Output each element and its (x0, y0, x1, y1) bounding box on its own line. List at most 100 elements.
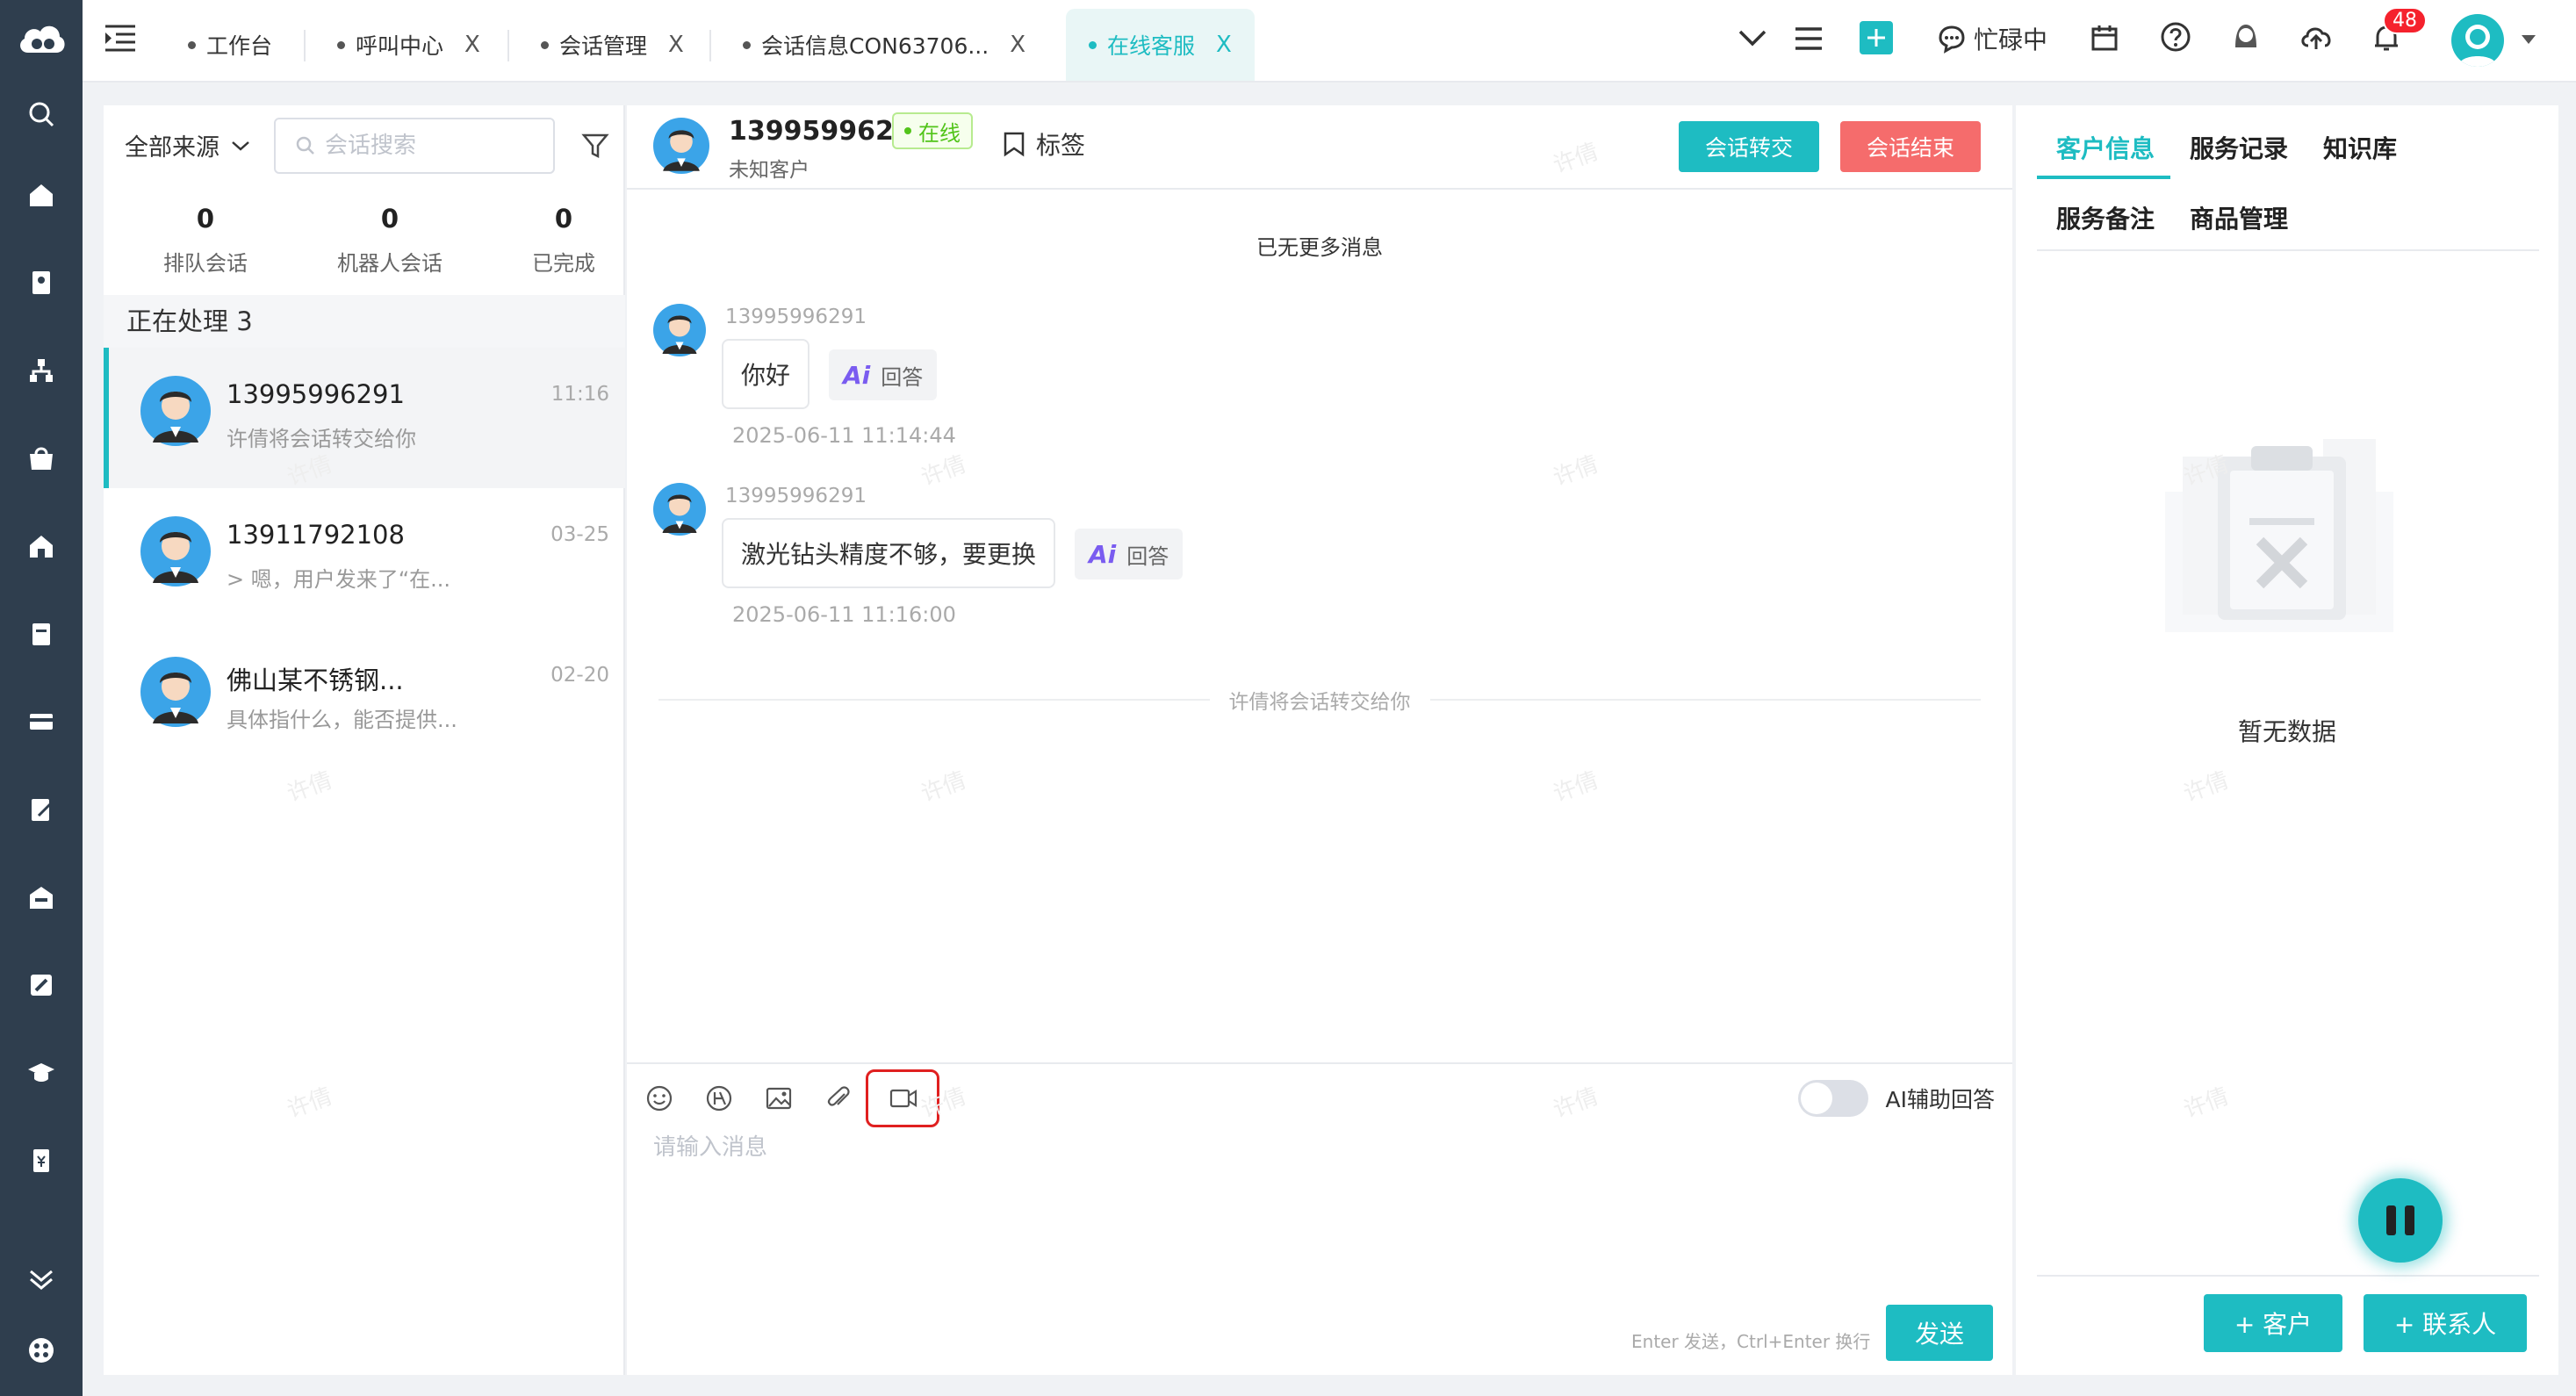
org-icon[interactable] (24, 353, 59, 388)
avatar (140, 657, 211, 727)
tab-session-management[interactable]: 会话管理 X (541, 9, 684, 81)
settings-icon[interactable] (24, 1333, 59, 1368)
menu-toggle-icon[interactable] (102, 21, 139, 56)
service-agent-icon[interactable] (2230, 21, 2262, 53)
tab-session-info[interactable]: 会话信息CON63706... X (743, 9, 1025, 81)
stat-completed[interactable]: 0 已完成 (476, 204, 651, 277)
edit-icon[interactable] (24, 792, 59, 827)
tool-icon[interactable] (24, 968, 59, 1003)
emoji-icon[interactable] (643, 1082, 676, 1115)
chat-status-icon (1939, 25, 1965, 54)
home-icon[interactable] (24, 177, 59, 212)
empty-state-text: 暂无数据 (2237, 717, 2336, 746)
transfer-session-button[interactable]: 会话转交 (1679, 121, 1819, 172)
building-icon[interactable] (24, 529, 59, 564)
search-icon[interactable] (24, 97, 59, 132)
warehouse-icon[interactable] (24, 880, 59, 915)
customer-type: 未知客户 (729, 159, 809, 182)
send-button[interactable]: 发送 (1886, 1305, 1993, 1361)
send-hint: Enter 发送，Ctrl+Enter 换行 (1631, 1331, 1871, 1352)
no-more-messages: 已无更多消息 (1256, 235, 1383, 260)
chat-header: 13995996291 在线 未知客户 标签 会话转交 会话结束 (627, 105, 2012, 190)
message-time: 2025-06-11 11:14:44 (732, 423, 956, 448)
divider (2037, 249, 2539, 251)
cloud-upload-icon[interactable] (2299, 21, 2334, 53)
tab-dot (188, 40, 196, 49)
bookmark-icon (1004, 132, 1025, 157)
message-composer: AI辅助回答 Enter 发送，Ctrl+Enter 换行 发送 (627, 1062, 2012, 1375)
add-customer-button[interactable]: + 客户 (2204, 1294, 2342, 1352)
tab-online-service[interactable]: 在线客服 X (1066, 9, 1255, 81)
message-time: 2025-06-11 11:16:00 (732, 602, 956, 627)
help-icon[interactable] (2160, 21, 2191, 53)
tab-close-icon[interactable]: X (1010, 32, 1025, 58)
filter-icon[interactable] (581, 132, 609, 160)
clipboard-icon[interactable] (24, 616, 59, 651)
avatar (140, 376, 211, 446)
user-avatar[interactable] (2451, 14, 2504, 67)
graduation-icon[interactable] (24, 1055, 59, 1090)
caret-down-icon[interactable] (2520, 33, 2537, 46)
agent-status-dropdown[interactable]: 忙碌中 (1937, 21, 2047, 56)
conversation-item[interactable]: 佛山某不锈钢... 02-20 具体指什么，能否提供... (104, 629, 625, 769)
contacts-icon[interactable] (24, 265, 59, 300)
tab-call-center[interactable]: 呼叫中心 X (337, 9, 480, 81)
ai-answer-button[interactable]: Ai 回答 (1075, 529, 1184, 579)
ai-icon: Ai (843, 360, 871, 390)
quick-reply-icon[interactable] (702, 1082, 736, 1115)
divider (2037, 1275, 2539, 1277)
search-input[interactable] (325, 133, 536, 159)
tab-close-icon[interactable]: X (464, 32, 480, 58)
empty-clipboard-icon (2165, 439, 2393, 632)
active-tab-indicator (2037, 176, 2170, 179)
avatar (653, 118, 709, 174)
top-tab-bar: 工作台 呼叫中心 X 会话管理 X 会话信息CON63706... X 在线客服 X (83, 0, 2576, 83)
tab-knowledge-base[interactable]: 知识库 (2323, 130, 2397, 165)
conversation-item[interactable]: 13995996291 11:16 许倩将会话转交给你 (104, 348, 625, 488)
tab-service-records[interactable]: 服务记录 (2190, 130, 2288, 165)
avatar (140, 516, 211, 586)
add-contact-button[interactable]: + 联系人 (2364, 1294, 2527, 1352)
card-icon[interactable] (24, 704, 59, 739)
conversation-search[interactable] (274, 118, 555, 174)
system-notice: 许倩将会话转交给你 (627, 685, 2012, 715)
tab-close-icon[interactable]: X (668, 32, 684, 58)
stat-queued[interactable]: 0 排队会话 (118, 204, 293, 277)
source-filter-select[interactable]: 全部来源 (125, 128, 251, 162)
hamburger-menu-icon[interactable] (1793, 25, 1824, 53)
video-icon[interactable] (887, 1082, 920, 1115)
shop-icon[interactable] (24, 441, 59, 476)
tag-button[interactable]: 标签 (1001, 126, 1085, 162)
tab-workbench[interactable]: 工作台 (188, 9, 272, 81)
add-icon[interactable] (1860, 21, 1893, 54)
ai-answer-button[interactable]: Ai 回答 (829, 349, 938, 400)
tab-product-management[interactable]: 商品管理 (2190, 200, 2288, 235)
message-input[interactable] (653, 1129, 1970, 1287)
conversation-list-panel: 全部来源 0排队会话 0机器人会话 0已完成 正在处理 3 1399599629… (104, 105, 625, 1375)
chevron-down-icon[interactable] (1737, 25, 1768, 51)
image-icon[interactable] (762, 1082, 795, 1115)
ai-icon: Ai (1089, 539, 1117, 569)
processing-section-title[interactable]: 正在处理 3 (104, 295, 625, 348)
cloud-logo-icon (20, 25, 65, 53)
tab-customer-info[interactable]: 客户信息 (2056, 130, 2155, 165)
left-nav-rail (0, 0, 83, 1396)
avatar (653, 483, 706, 536)
ai-assist-toggle[interactable]: AI辅助回答 (1797, 1080, 1995, 1117)
tab-service-notes[interactable]: 服务备注 (2056, 200, 2155, 235)
end-session-button[interactable]: 会话结束 (1840, 121, 1981, 172)
ticket-icon[interactable] (24, 1143, 59, 1178)
conversation-item[interactable]: 13911792108 03-25 > 嗯，用户发来了“在... (104, 488, 625, 629)
attachment-icon[interactable] (822, 1082, 855, 1115)
floating-pause-button[interactable] (2358, 1178, 2443, 1263)
stat-bot-sessions[interactable]: 0 机器人会话 (302, 204, 478, 277)
expand-down-icon[interactable] (24, 1261, 59, 1296)
customer-info-panel: 客户信息 服务记录 知识库 服务备注 商品管理 暂无数据 + 客户 + 联系人 (2016, 105, 2558, 1375)
message-bubble: 激光钻头精度不够，要更换 (722, 518, 1056, 588)
message-bubble: 你好 (722, 339, 810, 409)
avatar (653, 304, 706, 356)
calendar-icon[interactable] (2090, 23, 2119, 53)
search-icon (296, 136, 314, 155)
ai-assist-switch[interactable] (1797, 1080, 1868, 1117)
tab-close-icon[interactable]: X (1216, 32, 1232, 58)
